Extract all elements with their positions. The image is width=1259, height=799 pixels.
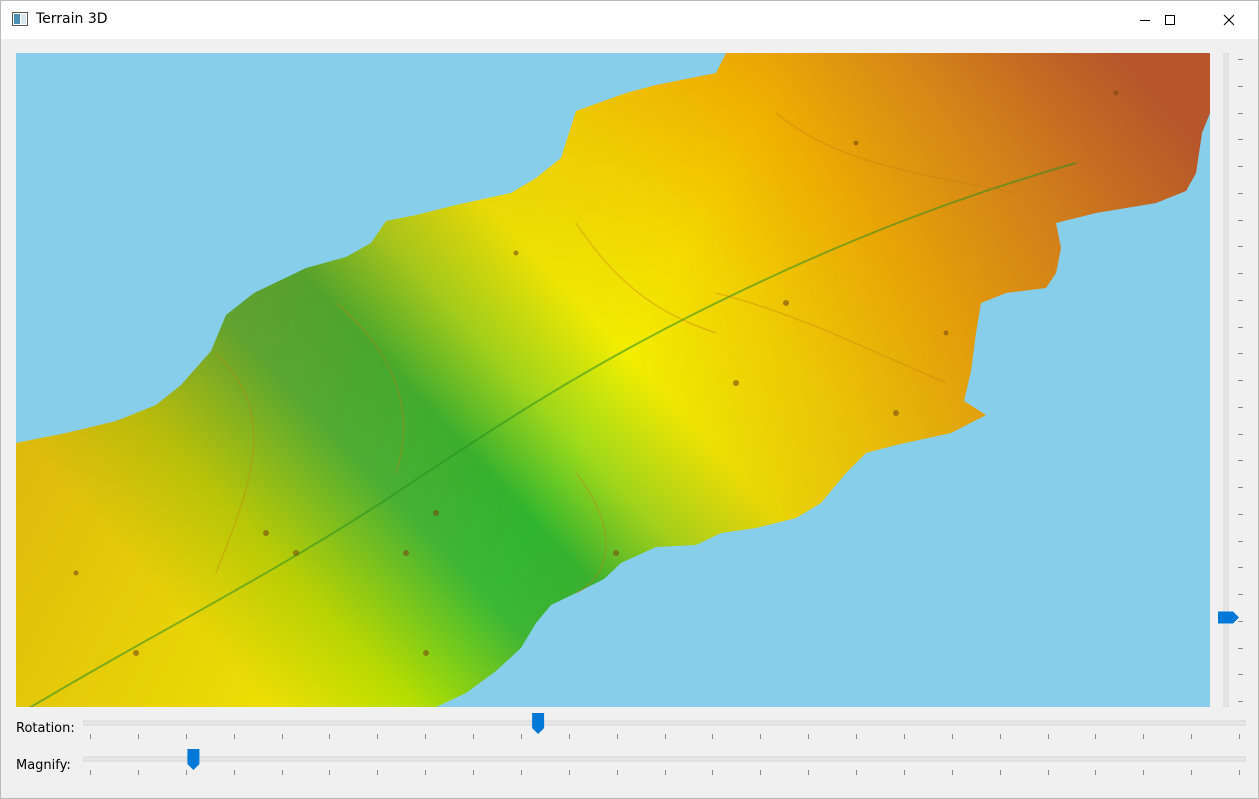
magnify-slider-track[interactable] — [82, 748, 1247, 778]
elevation-slider-track[interactable] — [1217, 52, 1247, 708]
slider-groove[interactable] — [82, 720, 1247, 726]
app-window-icon — [12, 12, 28, 26]
maximize-button[interactable] — [1147, 1, 1193, 39]
rotation-label: Rotation: — [16, 721, 75, 736]
terrain-viewport[interactable] — [16, 53, 1210, 707]
elevation-slider[interactable] — [1217, 52, 1247, 708]
title-bar: Terrain 3D — [1, 1, 1258, 39]
rotation-slider[interactable] — [82, 712, 1247, 742]
slider-groove[interactable] — [82, 756, 1247, 762]
rotation-slider-track[interactable] — [82, 712, 1247, 742]
magnify-slider[interactable] — [82, 748, 1247, 778]
terrain-3d-window: Terrain 3D Rotation: Magnify: — [0, 0, 1259, 799]
close-button[interactable] — [1206, 1, 1252, 39]
maximize-icon — [1165, 15, 1175, 25]
terrain-surface — [16, 53, 1210, 707]
magnify-label: Magnify: — [16, 758, 71, 773]
slider-thumb[interactable] — [1218, 611, 1239, 624]
close-icon — [1223, 14, 1235, 26]
slider-groove[interactable] — [1223, 52, 1229, 708]
window-title: Terrain 3D — [36, 11, 108, 27]
slider-thumb[interactable] — [187, 749, 200, 770]
slider-thumb[interactable] — [532, 713, 545, 734]
